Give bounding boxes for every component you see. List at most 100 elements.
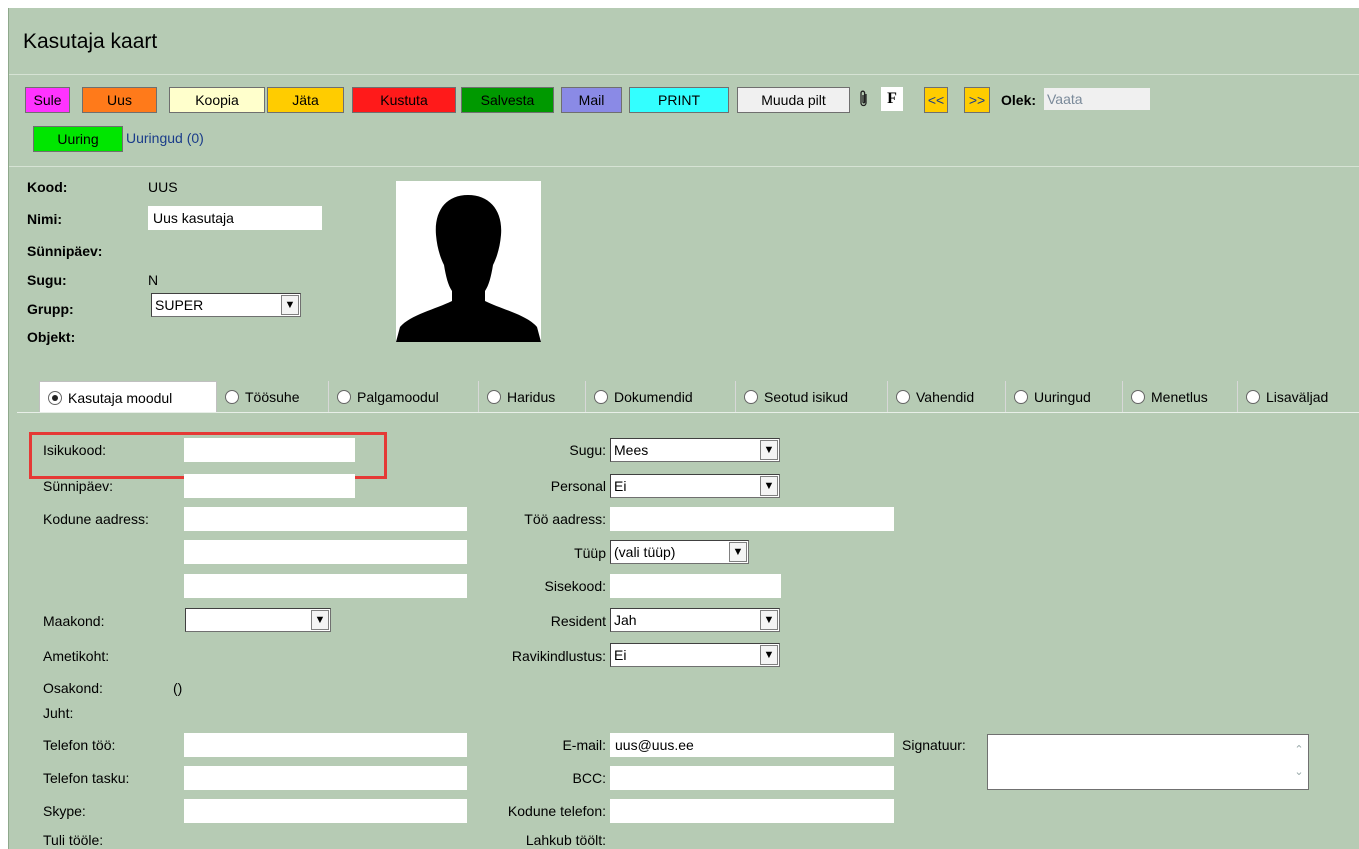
- signature-label: Signatuur:: [902, 737, 966, 753]
- radio-icon: [487, 390, 501, 404]
- change-picture-button[interactable]: Muuda pilt: [737, 87, 850, 113]
- tab-seotud-isikud[interactable]: Seotud isikud: [736, 381, 888, 413]
- group-select[interactable]: SUPER ▼: [151, 293, 301, 317]
- chevron-down-icon: ▼: [760, 610, 778, 630]
- work-address-label: Töö aadress:: [524, 511, 606, 527]
- tab-label: Menetlus: [1151, 389, 1208, 405]
- tab-kasutaja-moodul[interactable]: Kasutaja moodul: [39, 381, 217, 413]
- birthday-field-label: Sünnipäev:: [43, 478, 114, 494]
- mail-button[interactable]: Mail: [561, 87, 622, 113]
- previous-button[interactable]: <<: [924, 87, 948, 113]
- health-insurance-select[interactable]: Ei ▼: [610, 643, 780, 667]
- county-label: Maakond:: [43, 613, 105, 629]
- gender-field-label: Sugu:: [569, 442, 606, 458]
- radio-icon: [1131, 390, 1145, 404]
- tab-toosuhe[interactable]: Töösuhe: [217, 381, 329, 413]
- user-card-window: Kasutaja kaart Sule Uus Koopia Jäta Kust…: [8, 8, 1359, 849]
- chevron-down-icon: ▼: [760, 476, 778, 496]
- tab-label: Haridus: [507, 389, 556, 405]
- object-label: Objekt:: [27, 329, 76, 345]
- tab-label: Kasutaja moodul: [68, 390, 173, 406]
- chevron-down-icon: ▼: [729, 542, 747, 562]
- code-value: UUS: [148, 179, 178, 195]
- tab-label: Uuringud: [1034, 389, 1091, 405]
- home-address-field-2[interactable]: [184, 540, 467, 564]
- internal-code-field[interactable]: [610, 574, 781, 598]
- f-button[interactable]: F: [881, 87, 903, 111]
- person-silhouette-icon: [396, 181, 541, 342]
- type-select[interactable]: (vali tüüp) ▼: [610, 540, 749, 564]
- save-button[interactable]: Salvesta: [461, 87, 554, 113]
- surveys-link[interactable]: Uuringud (0): [126, 130, 204, 146]
- birthday-label: Sünnipäev:: [27, 243, 103, 259]
- gender-select[interactable]: Mees ▼: [610, 438, 780, 462]
- tab-menetlus[interactable]: Menetlus: [1123, 381, 1238, 413]
- tab-bar: Kasutaja moodul Töösuhe Palgamoodul Hari…: [39, 381, 1359, 413]
- new-button[interactable]: Uus: [82, 87, 157, 113]
- scrollbar[interactable]: ⌃ ⌄: [1292, 739, 1306, 785]
- copy-button[interactable]: Koopia: [169, 87, 265, 113]
- work-address-field[interactable]: [610, 507, 894, 531]
- bcc-label: BCC:: [572, 770, 606, 786]
- staff-select[interactable]: Ei ▼: [610, 474, 780, 498]
- tab-label: Seotud isikud: [764, 389, 849, 405]
- page-title: Kasutaja kaart: [23, 30, 158, 53]
- keep-button[interactable]: Jäta: [267, 87, 344, 113]
- survey-button[interactable]: Uuring: [33, 126, 123, 152]
- personal-code-field[interactable]: [184, 438, 355, 462]
- skype-label: Skype:: [43, 803, 86, 819]
- signature-textarea[interactable]: ⌃ ⌄: [987, 734, 1309, 790]
- code-label: Kood:: [27, 179, 68, 195]
- name-label: Nimi:: [27, 211, 62, 227]
- internal-code-label: Sisekood:: [544, 578, 606, 594]
- chevron-down-icon: ▼: [760, 440, 778, 460]
- status-label: Olek:: [1001, 92, 1037, 108]
- county-select[interactable]: ▼: [185, 608, 331, 632]
- type-label: Tüüp: [574, 545, 606, 561]
- delete-button[interactable]: Kustuta: [352, 87, 456, 113]
- radio-icon: [225, 390, 239, 404]
- bcc-field[interactable]: [610, 766, 894, 790]
- chevron-down-icon: ▼: [760, 645, 778, 665]
- divider: [9, 166, 1359, 167]
- divider: [9, 74, 1359, 75]
- staff-label: Personal: [550, 478, 606, 494]
- tab-vahendid[interactable]: Vahendid: [888, 381, 1006, 413]
- radio-icon: [744, 390, 758, 404]
- birthday-field[interactable]: [184, 474, 355, 498]
- home-address-field-3[interactable]: [184, 574, 467, 598]
- tab-lisavaljad[interactable]: Lisaväljad: [1238, 381, 1359, 413]
- home-address-field-1[interactable]: [184, 507, 467, 531]
- work-phone-field[interactable]: [184, 733, 467, 757]
- group-select-value: SUPER: [155, 297, 204, 313]
- mobile-phone-label: Telefon tasku:: [43, 770, 130, 786]
- tab-uuringud[interactable]: Uuringud: [1006, 381, 1123, 413]
- type-select-value: (vali tüüp): [614, 544, 676, 560]
- gender-select-value: Mees: [614, 442, 649, 458]
- email-label: E-mail:: [562, 737, 606, 753]
- tab-dokumendid[interactable]: Dokumendid: [586, 381, 736, 413]
- department-label: Osakond:: [43, 680, 103, 696]
- next-button[interactable]: >>: [964, 87, 990, 113]
- home-address-label: Kodune aadress:: [43, 511, 149, 527]
- radio-selected-icon: [48, 391, 62, 405]
- personal-code-label: Isikukood:: [43, 442, 107, 458]
- tab-label: Töösuhe: [245, 389, 300, 405]
- tab-label: Palgamoodul: [357, 389, 439, 405]
- skype-field[interactable]: [184, 799, 467, 823]
- close-button[interactable]: Sule: [25, 87, 70, 113]
- mobile-phone-field[interactable]: [184, 766, 467, 790]
- status-field: Vaata: [1044, 88, 1150, 110]
- position-label: Ametikoht:: [43, 648, 110, 664]
- resident-select[interactable]: Jah ▼: [610, 608, 780, 632]
- start-date-label: Tuli tööle:: [43, 832, 104, 848]
- print-button[interactable]: PRINT: [629, 87, 729, 113]
- tab-palgamoodul[interactable]: Palgamoodul: [329, 381, 479, 413]
- email-field[interactable]: uus@uus.ee: [610, 733, 894, 757]
- chevron-down-icon: ▼: [281, 295, 299, 315]
- tab-haridus[interactable]: Haridus: [479, 381, 586, 413]
- home-phone-field[interactable]: [610, 799, 894, 823]
- name-field[interactable]: Uus kasutaja: [148, 206, 322, 230]
- radio-icon: [896, 390, 910, 404]
- paperclip-icon[interactable]: [854, 87, 874, 111]
